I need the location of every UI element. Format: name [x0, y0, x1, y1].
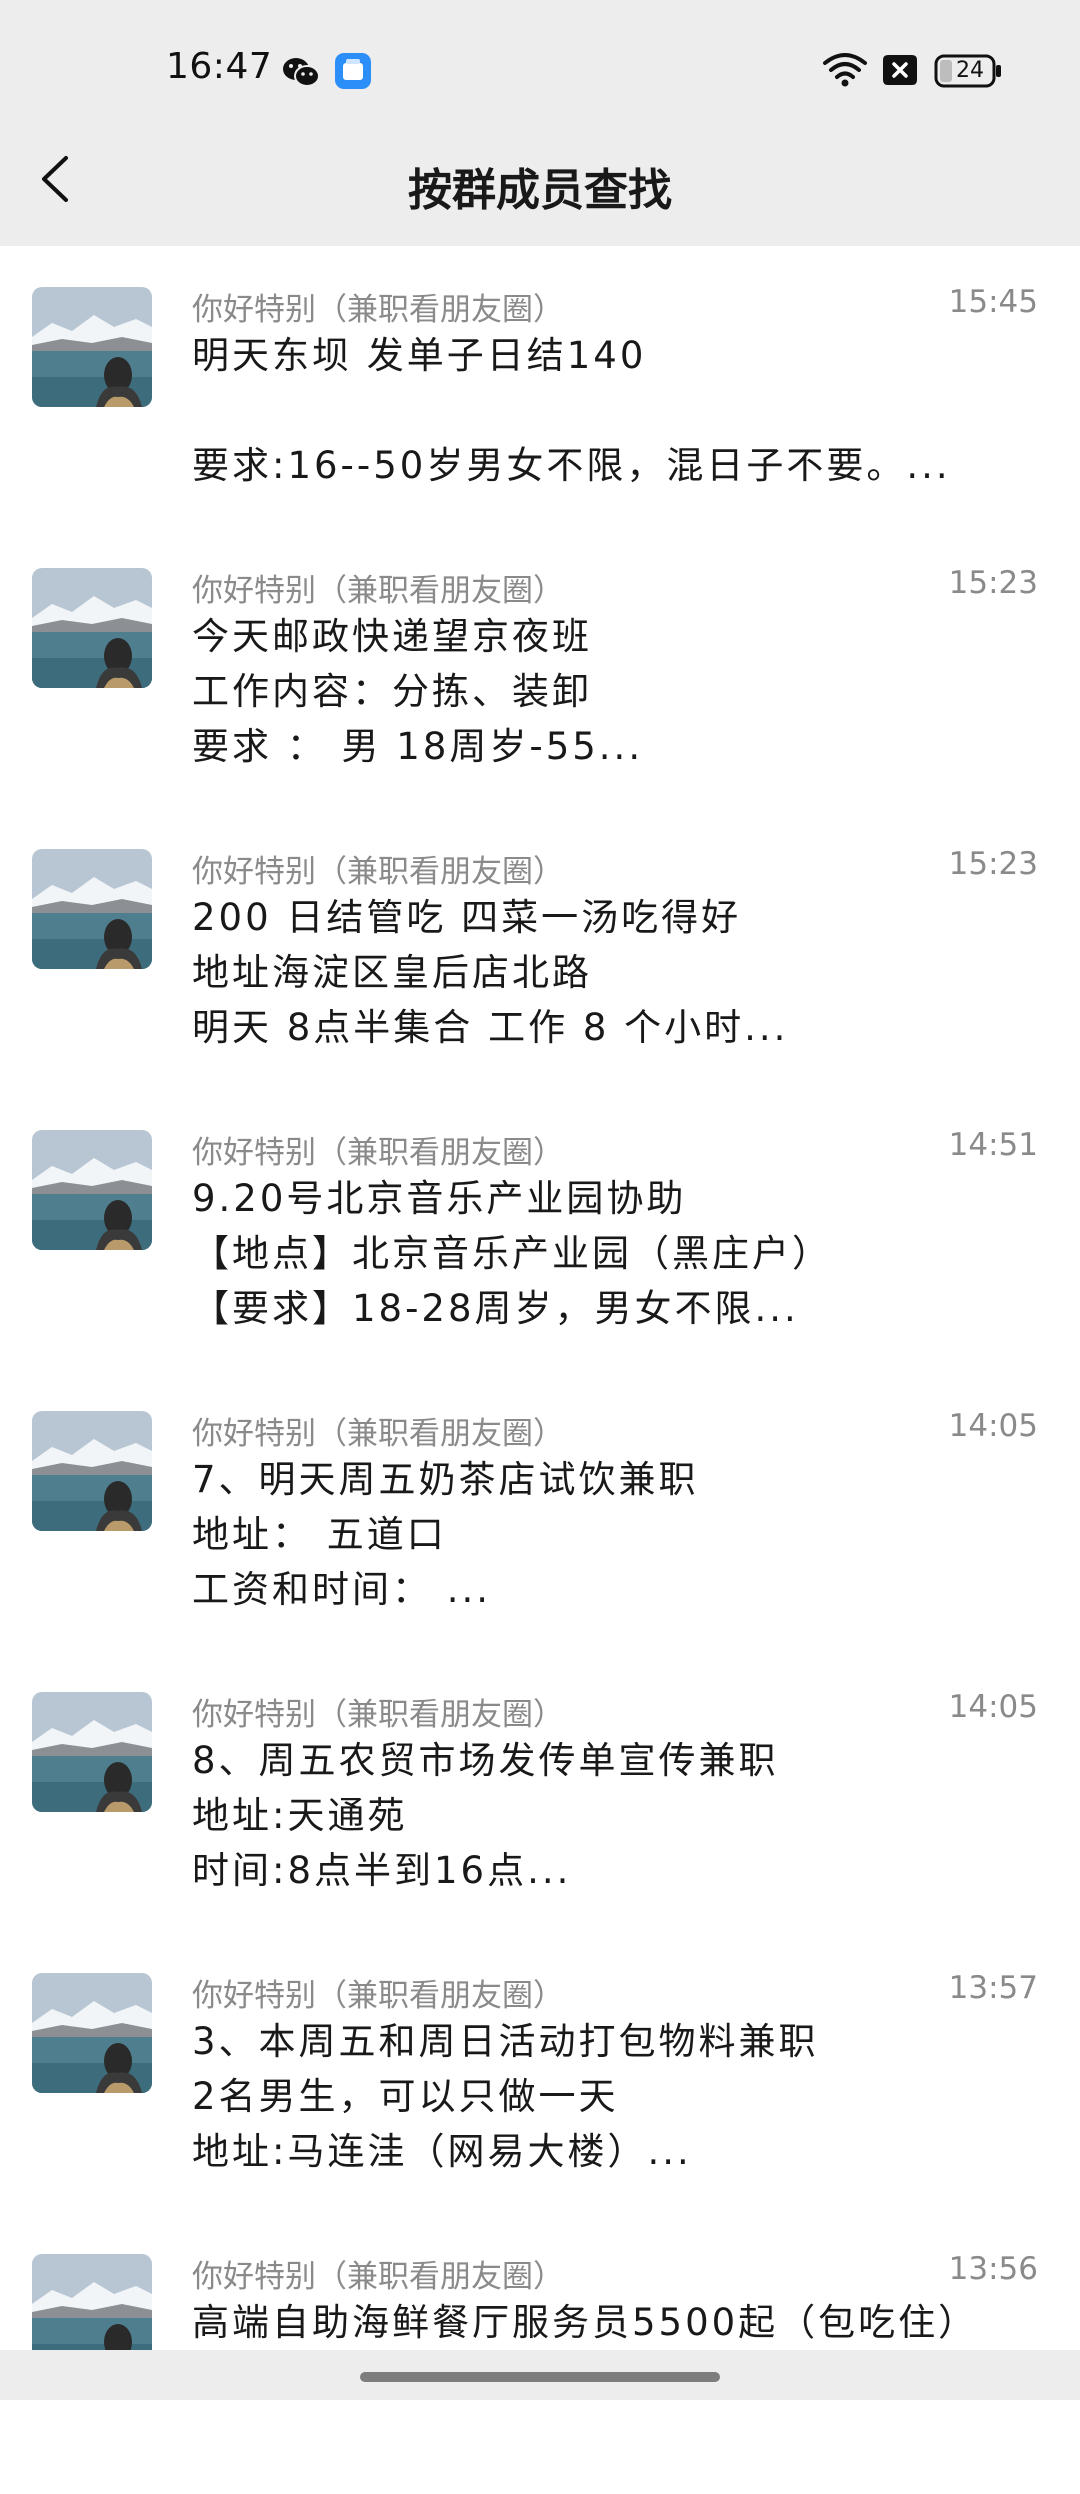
list-item[interactable]: 你好特别（兼职看朋友圈） 14:05 7、明天周五奶茶店试饮兼职 地址： 五道口工资和…	[0, 1370, 1080, 1651]
list-item[interactable]: 你好特别（兼职看朋友圈） 15:23 200 日结管吃 四菜一汤吃得好 地址海淀区皇后…	[0, 808, 1080, 1089]
message-line: 工作内容：分拣、装卸	[192, 670, 592, 713]
message-line: 要求:16--50岁男女不限，混日子不要。...	[192, 444, 951, 487]
message-time: 14:05	[948, 1408, 1038, 1444]
sender-name: 你好特别（兼职看朋友圈）	[192, 1416, 564, 1452]
message-preview: 明天东坝 发单子日结140 要求:16--50岁男女不限，混日子不要。...	[192, 328, 1032, 493]
sender-name: 你好特别（兼职看朋友圈）	[192, 1135, 564, 1171]
message-preview: 3、本周五和周日活动打包物料兼职 2名男生，可以只做一天地址:马连洼（网易大楼）.…	[192, 2014, 1032, 2179]
sender-name: 你好特别（兼职看朋友圈）	[192, 573, 564, 609]
message-preview: 今天邮政快递望京夜班 工作内容：分拣、装卸要求 ： 男 18周岁-55...	[192, 609, 1032, 774]
wifi-icon	[823, 53, 867, 87]
message-preview: 9.20号北京音乐产业园协助【地点】北京音乐产业园（黑庄户） 【要求】18-28周…	[192, 1171, 1032, 1336]
page-title: 按群成员查找	[408, 165, 672, 216]
avatar[interactable]	[32, 287, 152, 407]
sender-name: 你好特别（兼职看朋友圈）	[192, 854, 564, 890]
avatar[interactable]	[32, 1973, 152, 2093]
message-line: 时间:8点半到16点...	[192, 1849, 572, 1892]
message-line	[192, 383, 1032, 438]
message-line: 7、明天周五奶茶店试饮兼职	[192, 1458, 699, 1501]
message-time: 13:56	[948, 2251, 1038, 2287]
avatar[interactable]	[32, 1692, 152, 1812]
list-item[interactable]: 你好特别（兼职看朋友圈） 15:23 今天邮政快递望京夜班 工作内容：分拣、装卸要求 …	[0, 527, 1080, 808]
message-time: 15:23	[948, 846, 1038, 882]
list-item[interactable]: 你好特别（兼职看朋友圈） 14:05 8、周五农贸市场发传单宣传兼职 地址:天通苑时间…	[0, 1651, 1080, 1932]
message-line: 今天邮政快递望京夜班	[192, 615, 592, 658]
avatar[interactable]	[32, 1411, 152, 1531]
app-notification-icon	[335, 53, 371, 89]
message-line: 9.20号北京音乐产业园协助	[192, 1177, 687, 1220]
message-preview: 8、周五农贸市场发传单宣传兼职 地址:天通苑时间:8点半到16点...	[192, 1733, 1032, 1898]
list-item[interactable]: 你好特别（兼职看朋友圈） 15:45 明天东坝 发单子日结140 要求:16--50岁…	[0, 246, 1080, 527]
home-indicator[interactable]	[360, 2372, 720, 2382]
message-line: 要求 ： 男 18周岁-55...	[192, 725, 644, 768]
message-line: 地址:马连洼（网易大楼）...	[192, 2130, 692, 2173]
message-line: 200 日结管吃 四菜一汤吃得好	[192, 896, 742, 939]
sim-disabled-icon	[883, 55, 917, 85]
message-line: 地址： 五道口	[192, 1513, 447, 1556]
message-time: 14:51	[948, 1127, 1038, 1163]
message-line: 8、周五农贸市场发传单宣传兼职	[192, 1739, 779, 1782]
status-time: 16:47	[166, 46, 273, 87]
message-time: 14:05	[948, 1689, 1038, 1725]
message-line	[192, 2405, 1032, 2460]
status-bar: 16:47 24	[0, 0, 1080, 140]
battery-level: 24	[956, 58, 984, 83]
list-item[interactable]: 你好特别（兼职看朋友圈） 14:51 9.20号北京音乐产业园协助【地点】北京音乐产…	[0, 1089, 1080, 1370]
sender-name: 你好特别（兼职看朋友圈）	[192, 1978, 564, 2014]
avatar[interactable]	[32, 849, 152, 969]
avatar[interactable]	[32, 1130, 152, 1250]
message-line: 明天 8点半集合 工作 8 个小时...	[192, 1006, 789, 1049]
message-preview: 7、明天周五奶茶店试饮兼职 地址： 五道口工资和时间： ...	[192, 1452, 1032, 1617]
message-time: 15:23	[948, 565, 1038, 601]
sender-name: 你好特别（兼职看朋友圈）	[192, 292, 564, 328]
wechat-icon	[283, 58, 320, 87]
message-list: 你好特别（兼职看朋友圈） 15:45 明天东坝 发单子日结140 要求:16--50岁…	[0, 246, 1080, 2494]
avatar[interactable]	[32, 568, 152, 688]
message-line: 【要求】18-28周岁，男女不限...	[192, 1287, 799, 1330]
message-line: 工资和时间： ...	[192, 1568, 492, 1611]
message-line: 【地点】北京音乐产业园（黑庄户）	[192, 1232, 832, 1275]
list-item[interactable]: 你好特别（兼职看朋友圈） 13:57 3、本周五和周日活动打包物料兼职 2名男生，可以…	[0, 1932, 1080, 2213]
sender-name: 你好特别（兼职看朋友圈）	[192, 1697, 564, 1733]
message-line: 明天东坝 发单子日结140	[192, 334, 647, 377]
message-line: 高端自助海鲜餐厅服务员5500起（包吃住）	[192, 2301, 979, 2344]
message-time: 15:45	[948, 284, 1038, 320]
message-line: 地址海淀区皇后店北路	[192, 951, 592, 994]
message-time: 13:57	[948, 1970, 1038, 2006]
message-line: 2名男生，可以只做一天	[192, 2075, 619, 2118]
message-line: 3、本周五和周日活动打包物料兼职	[192, 2020, 819, 2063]
message-preview: 200 日结管吃 四菜一汤吃得好 地址海淀区皇后店北路明天 8点半集合 工作 8 …	[192, 890, 1032, 1055]
message-line: 地址:天通苑	[192, 1794, 408, 1837]
sender-name: 你好特别（兼职看朋友圈）	[192, 2259, 564, 2295]
